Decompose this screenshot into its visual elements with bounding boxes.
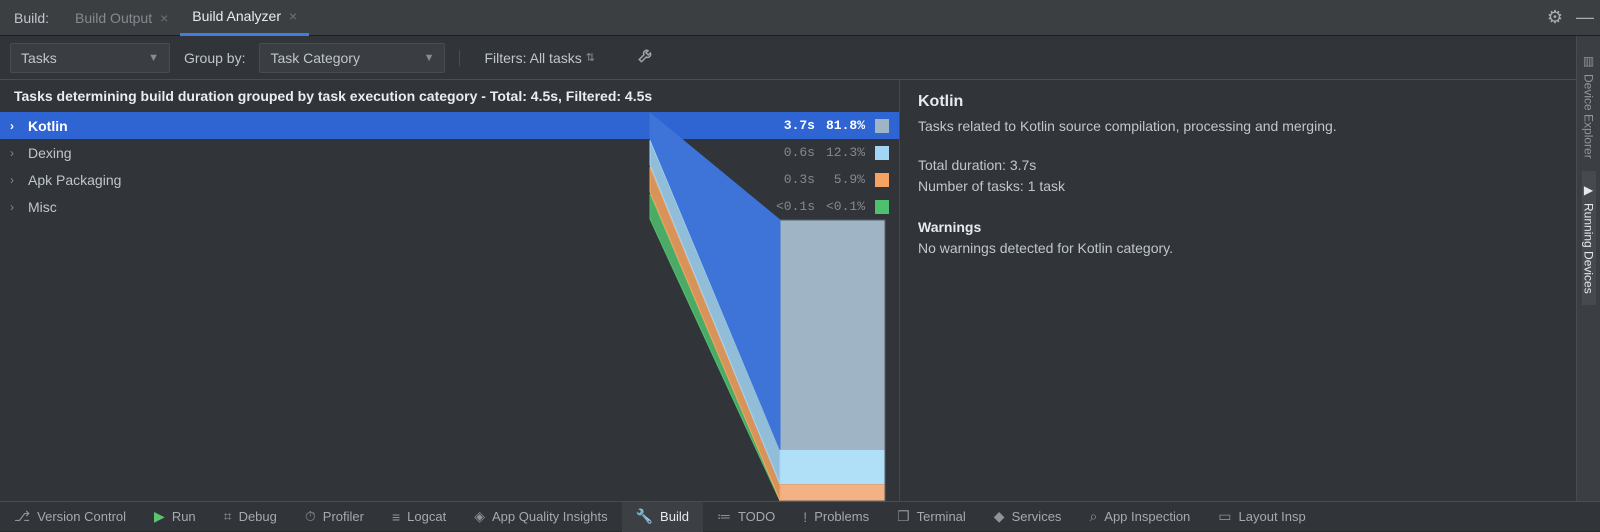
tab-label: Services: [1012, 509, 1062, 524]
bottom-tab-todo[interactable]: ≔ TODO: [703, 502, 789, 532]
tab-icon: ⎇: [14, 508, 30, 525]
combo-value: Task Category: [270, 50, 359, 66]
rail-label: Running Devices: [1582, 203, 1596, 294]
tab-icon: !: [803, 509, 807, 525]
tab-icon: ⌕: [1089, 508, 1097, 525]
group-by-label: Group by:: [184, 50, 245, 66]
tab-icon: 🔧: [636, 508, 653, 525]
tab-label: App Inspection: [1104, 509, 1190, 524]
bottom-tab-build[interactable]: 🔧 Build: [622, 502, 703, 532]
main-split: Tasks determining build duration grouped…: [0, 80, 1600, 501]
bottom-tab-logcat[interactable]: ≡ Logcat: [378, 502, 460, 532]
tab-icon: ⏱: [305, 508, 316, 525]
bottom-tab-app-inspection[interactable]: ⌕ App Inspection: [1075, 502, 1204, 532]
close-icon[interactable]: ×: [160, 10, 168, 26]
tab-label: Run: [172, 509, 196, 524]
left-panel: Tasks determining build duration grouped…: [0, 80, 900, 501]
detail-description: Tasks related to Kotlin source compilati…: [918, 116, 1582, 137]
bottom-tab-services[interactable]: ◆ Services: [980, 502, 1076, 532]
bottom-tab-app-quality-insights[interactable]: ◈ App Quality Insights: [460, 502, 621, 532]
tab-icon: ❐: [897, 508, 910, 525]
tab-label: Terminal: [917, 509, 966, 524]
chevron-down-icon: ▼: [148, 52, 159, 64]
tab-build-output[interactable]: Build Output ×: [63, 0, 180, 36]
funnel-chart: [0, 220, 899, 501]
detail-title: Kotlin: [918, 90, 1582, 114]
tab-label: Build Output: [75, 10, 152, 26]
rail-icon: ▥: [1583, 54, 1594, 68]
tab-label: Profiler: [323, 509, 364, 524]
bottom-tab-run[interactable]: ▶ Run: [140, 502, 210, 532]
rail-icon: ▶: [1584, 183, 1593, 197]
tab-build-analyzer[interactable]: Build Analyzer ×: [180, 0, 309, 36]
detail-total-duration: Total duration: 3.7s: [918, 155, 1582, 176]
combo-value: Tasks: [21, 50, 57, 66]
chevron-down-icon: ▼: [424, 52, 435, 64]
tab-icon: ⌗: [224, 508, 232, 525]
tab-label: App Quality Insights: [492, 509, 608, 524]
rail-item-device-explorer[interactable]: ▥ Device Explorer: [1582, 42, 1596, 171]
close-icon[interactable]: ×: [289, 8, 297, 24]
minimize-icon[interactable]: —: [1570, 7, 1600, 28]
view-combo[interactable]: Tasks ▼: [10, 43, 170, 73]
tab-icon: ◈: [474, 508, 485, 525]
bottom-tab-layout-insp[interactable]: ▭ Layout Insp: [1204, 502, 1319, 532]
tab-label: Version Control: [37, 509, 126, 524]
panel-label: Build:: [0, 10, 63, 26]
right-rail: ▥ Device Explorer ▶ Running Devices: [1576, 36, 1600, 501]
tab-label: Problems: [814, 509, 869, 524]
sort-icon: ⇅: [586, 51, 595, 64]
bottom-tab-profiler[interactable]: ⏱ Profiler: [291, 502, 378, 532]
warnings-header: Warnings: [918, 217, 1582, 238]
tab-label: Debug: [239, 509, 277, 524]
gear-icon[interactable]: ⚙: [1540, 7, 1570, 28]
tab-icon: ≡: [392, 509, 400, 525]
tab-label: TODO: [738, 509, 775, 524]
warnings-body: No warnings detected for Kotlin category…: [918, 238, 1582, 259]
bottom-tab-problems[interactable]: ! Problems: [789, 502, 883, 532]
group-by-combo[interactable]: Task Category ▼: [259, 43, 445, 73]
detail-num-tasks: Number of tasks: 1 task: [918, 176, 1582, 197]
tab-icon: ▶: [154, 508, 165, 525]
tab-icon: ◆: [994, 508, 1005, 525]
tab-icon: ≔: [717, 508, 731, 525]
bottom-toolbar: ⎇ Version Control ▶ Run ⌗ Debug ⏱ Profiler ≡ Logc…: [0, 501, 1600, 531]
rail-item-running-devices[interactable]: ▶ Running Devices: [1582, 171, 1596, 306]
bottom-tab-terminal[interactable]: ❐ Terminal: [883, 502, 980, 532]
filters-label: Filters: All tasks: [484, 50, 581, 66]
tab-icon: ▭: [1218, 508, 1231, 525]
panel-tabbar: Build: Build Output × Build Analyzer × ⚙…: [0, 0, 1600, 36]
list-header: Tasks determining build duration grouped…: [0, 80, 899, 112]
tab-label: Layout Insp: [1239, 509, 1306, 524]
bottom-tab-version-control[interactable]: ⎇ Version Control: [0, 502, 140, 532]
tab-label: Build: [660, 509, 689, 524]
detail-panel: Kotlin Tasks related to Kotlin source co…: [900, 80, 1600, 501]
bottom-tab-debug[interactable]: ⌗ Debug: [210, 502, 291, 532]
rail-label: Device Explorer: [1582, 74, 1596, 159]
tab-label: Logcat: [407, 509, 446, 524]
toolbar: Tasks ▼ Group by: Task Category ▼ Filter…: [0, 36, 1600, 80]
tab-label: Build Analyzer: [192, 8, 281, 24]
filters-control[interactable]: Filters: All tasks ⇅: [459, 50, 594, 66]
wrench-icon[interactable]: [637, 46, 655, 69]
